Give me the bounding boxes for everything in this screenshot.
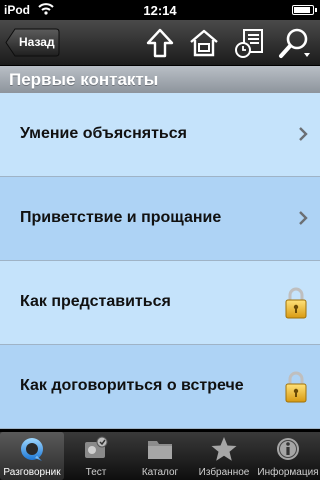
tab-label: Тест	[85, 467, 107, 478]
tab-label: Разговорник	[3, 467, 61, 478]
status-time: 12:14	[143, 3, 177, 18]
navigation-toolbar: Назад	[0, 20, 320, 66]
star-icon	[211, 437, 237, 461]
search-icon[interactable]	[278, 26, 312, 60]
list-item-label: Приветствие и прощание	[20, 209, 222, 226]
tab-label: Избранное	[198, 467, 250, 478]
list-item-label: Как представиться	[20, 293, 171, 310]
battery-icon	[292, 5, 317, 15]
tab-label: Информация	[257, 467, 319, 478]
home-icon[interactable]	[187, 26, 221, 60]
list-item[interactable]: Приветствие и прощание	[0, 177, 320, 261]
list-item[interactable]: Как представиться	[0, 261, 320, 345]
info-icon	[277, 438, 299, 460]
list-item[interactable]: Как договориться о встрече	[0, 345, 320, 429]
list-item-label: Как договориться о встрече	[20, 377, 244, 394]
chevron-right-icon	[299, 211, 308, 225]
up-arrow-icon[interactable]	[143, 26, 177, 60]
tab-bar: Разговорник Тест Каталог Избранное Инфор…	[0, 432, 320, 480]
tab-catalog[interactable]: Каталог	[128, 432, 192, 480]
phrasebook-icon	[21, 438, 43, 461]
back-button-label: Назад	[19, 35, 55, 49]
tab-info[interactable]: Информация	[256, 432, 320, 480]
test-icon	[85, 436, 108, 458]
tab-phrasebook[interactable]: Разговорник	[0, 432, 64, 480]
tab-test[interactable]: Тест	[64, 432, 128, 480]
tab-label: Каталог	[141, 467, 179, 478]
history-list-icon[interactable]	[232, 26, 266, 60]
chevron-right-icon	[299, 127, 308, 141]
list-item-label: Умение объясняться	[20, 125, 187, 142]
status-bar: iPod 12:14	[0, 0, 320, 20]
list-item[interactable]: Умение объясняться	[0, 93, 320, 177]
tab-favorites[interactable]: Избранное	[192, 432, 256, 480]
section-header: Первые контакты	[0, 66, 320, 93]
back-button[interactable]: Назад	[5, 28, 60, 57]
lock-icon	[285, 287, 307, 319]
lock-icon	[285, 371, 307, 403]
folder-icon	[148, 441, 172, 459]
